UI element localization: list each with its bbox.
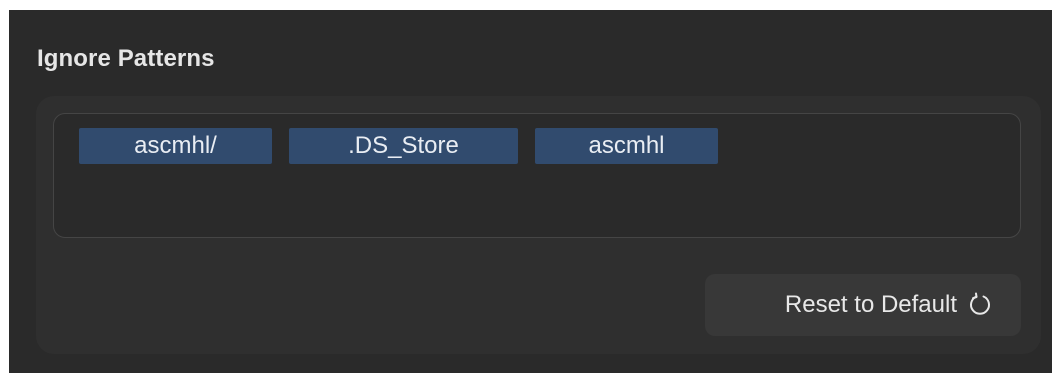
pattern-token[interactable]: ascmhl bbox=[535, 128, 718, 164]
ignore-patterns-token-field[interactable]: ascmhl/ .DS_Store ascmhl bbox=[53, 113, 1021, 238]
ignore-patterns-panel: ascmhl/ .DS_Store ascmhl Reset to Defaul… bbox=[36, 96, 1041, 354]
pattern-token[interactable]: .DS_Store bbox=[289, 128, 518, 164]
reset-button-label: Reset to Default bbox=[784, 291, 957, 318]
pattern-token-list: ascmhl/ .DS_Store ascmhl bbox=[79, 128, 718, 164]
pattern-token[interactable]: ascmhl/ bbox=[79, 128, 272, 164]
reset-to-default-button[interactable]: Reset to Default bbox=[705, 274, 1021, 336]
settings-window: Ignore Patterns ascmhl/ .DS_Store ascmhl… bbox=[9, 10, 1052, 373]
section-title: Ignore Patterns bbox=[37, 45, 215, 72]
reset-arrow-icon bbox=[967, 292, 993, 318]
